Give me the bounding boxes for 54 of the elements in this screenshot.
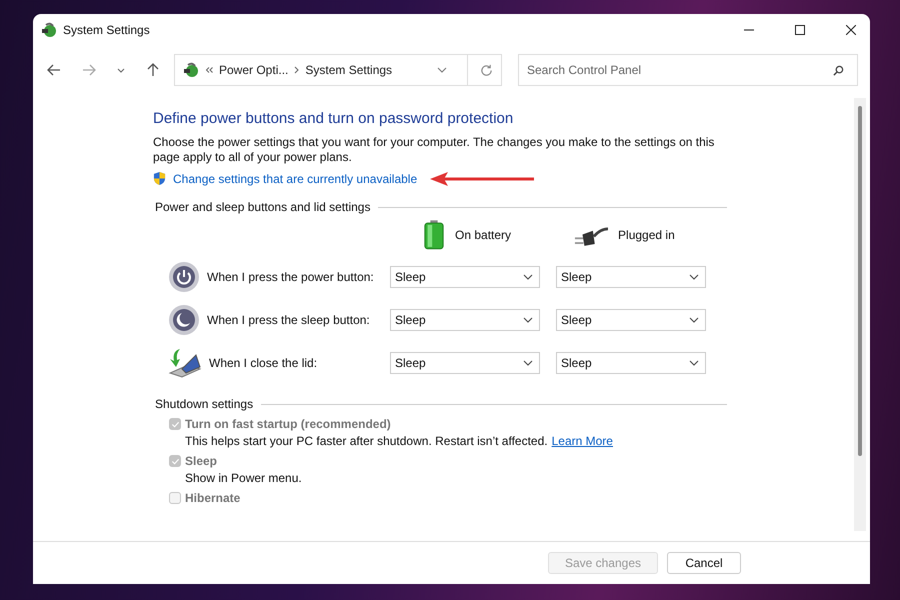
back-arrow-icon[interactable]: [47, 64, 61, 76]
battery-icon: [423, 220, 445, 250]
option-label: Sleep: [185, 454, 218, 468]
option-label: Turn on fast startup (recommended): [185, 417, 391, 431]
setting-label: When I close the lid:: [209, 356, 318, 370]
caret-icon: [689, 360, 699, 366]
caret-icon: [689, 317, 699, 323]
up-arrow-icon[interactable]: [147, 63, 159, 77]
caret-icon: [523, 317, 533, 323]
page-description: Choose the power settings that you want for your computer. The changes you make to the settings on this page apply to all of your power plans.: [153, 135, 716, 165]
setting-label: When I press the power button:: [207, 270, 374, 284]
section-title: Shutdown settings: [155, 397, 254, 411]
option-description: Show in Power menu.: [185, 471, 302, 485]
page-heading: Define power buttons and turn on password protection: [153, 110, 514, 127]
change-settings-link[interactable]: Change settings that are currently unavailable: [173, 172, 418, 186]
shield-icon: [153, 171, 166, 186]
caret-icon[interactable]: [437, 67, 447, 73]
action-dropdown[interactable]: Sleep: [556, 309, 706, 331]
action-dropdown[interactable]: Sleep: [390, 352, 540, 374]
power-options-icon: [183, 62, 199, 78]
checkmark-icon: [170, 456, 180, 466]
checkmark-icon: [170, 420, 180, 428]
setting-label: When I press the sleep button:: [207, 313, 370, 327]
scrollbar[interactable]: [854, 98, 866, 531]
action-dropdown[interactable]: Sleep: [556, 266, 706, 288]
caret-icon: [689, 274, 699, 280]
window-title: System Settings: [63, 23, 150, 37]
close-icon[interactable]: [846, 25, 856, 35]
power-button-icon: [168, 261, 200, 293]
sleep-button-icon: [168, 304, 200, 336]
plug-icon: [574, 224, 608, 246]
refresh-icon[interactable]: [480, 64, 493, 76]
double-chevron-icon[interactable]: [205, 67, 213, 73]
caret-icon[interactable]: [117, 68, 125, 72]
option-description: This helps start your PC faster after shutdown. Restart isn’t affected.: [185, 434, 548, 448]
breadcrumb-segment[interactable]: System Settings: [305, 63, 392, 77]
action-dropdown[interactable]: Sleep: [390, 309, 540, 331]
column-heading: Plugged in: [618, 228, 675, 242]
column-heading: On battery: [455, 228, 512, 242]
action-dropdown[interactable]: Sleep: [556, 352, 706, 374]
option-label: Hibernate: [185, 491, 240, 505]
search-field[interactable]: Search Control Panel: [518, 54, 858, 86]
dialog-button[interactable]: Cancel: [667, 552, 741, 574]
breadcrumb-segment[interactable]: Power Opti...: [219, 63, 288, 77]
search-icon: [833, 65, 844, 76]
caret-icon: [523, 274, 533, 280]
power-options-icon: [41, 22, 57, 38]
laptop-lid-icon: [168, 347, 202, 379]
address-bar[interactable]: Power Opti... System Settings: [174, 54, 502, 86]
maximize-icon[interactable]: [795, 25, 805, 35]
section-title: Power and sleep buttons and lid settings: [155, 200, 370, 214]
chevron-right-icon[interactable]: [294, 66, 300, 74]
caret-icon: [523, 360, 533, 366]
action-dropdown[interactable]: Sleep: [390, 266, 540, 288]
